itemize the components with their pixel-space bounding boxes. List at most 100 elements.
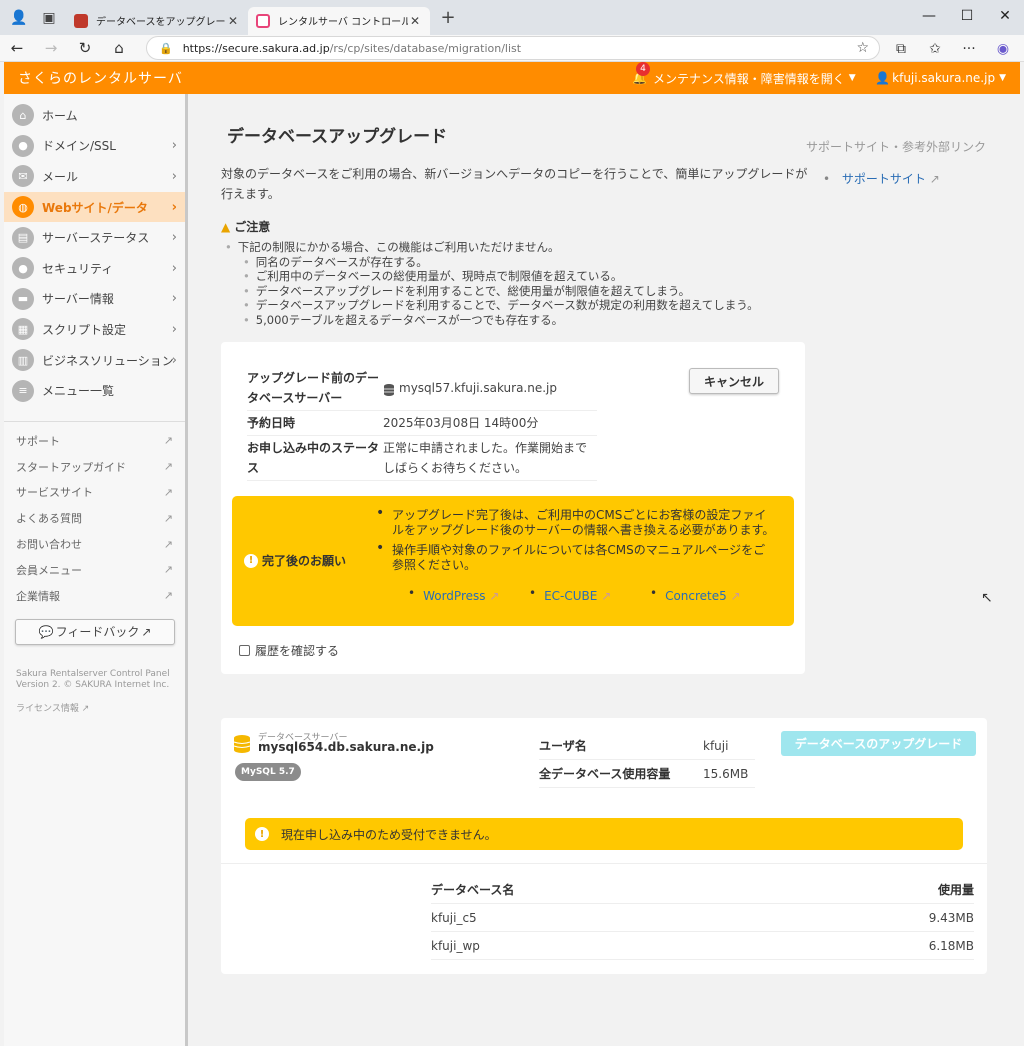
cms-link-wordpress[interactable]: WordPress ↗ — [408, 589, 499, 603]
notice-heading: ! 完了後のお願い — [244, 552, 346, 569]
window-controls: — ☐ ✕ — [910, 0, 1024, 32]
new-tab-button[interactable]: + — [434, 7, 462, 28]
sidebar-link[interactable]: 企業情報 ↗ — [4, 583, 185, 609]
close-window-icon[interactable]: ✕ — [986, 0, 1024, 32]
maintenance-menu[interactable]: 🔔 4 メンテナンス情報・障害情報を開く ▼ — [632, 62, 856, 94]
script-icon: ▦ — [12, 318, 34, 341]
favorites-icon[interactable]: ✩ — [918, 41, 952, 57]
close-icon[interactable]: ✕ — [408, 14, 422, 28]
sidebar-item[interactable]: ✉ メール › — [4, 161, 185, 192]
tab-title: レンタルサーバ コントロールパネル — [278, 17, 408, 28]
copilot-icon[interactable]: ◉ — [986, 41, 1020, 57]
sidebar-item[interactable]: ▥ ビジネスソリューション › — [4, 345, 185, 376]
chart-icon: ▤ — [12, 226, 34, 249]
more-icon[interactable]: ··· — [952, 41, 986, 57]
sidebar-item[interactable]: ● ドメイン/SSL › — [4, 131, 185, 162]
caution-heading: ▲ ご注意 — [221, 218, 270, 235]
sidebar-item-label: サーバーステータス — [42, 231, 150, 246]
reload-icon[interactable]: ↻ — [68, 39, 102, 57]
star-icon[interactable]: ☆ — [856, 40, 869, 56]
row-value: mysql57.kfuji.sakura.ne.jp — [383, 366, 597, 410]
browser-tab-2[interactable]: レンタルサーバ コントロールパネル ✕ — [248, 6, 430, 35]
sidebar-item[interactable]: ▬ サーバー情報 › — [4, 284, 185, 315]
database-upgrade-button[interactable]: データベースのアップグレード — [781, 731, 976, 756]
tab-actions-icon[interactable]: ▣ — [38, 7, 60, 29]
forward-icon[interactable]: → — [34, 39, 68, 57]
home-browser-icon[interactable]: ⌂ — [102, 39, 136, 57]
sidebar-link[interactable]: サポート ↗ — [4, 428, 185, 454]
sidebar-item[interactable]: ◍ Webサイト/データ › — [4, 191, 185, 223]
browser-tab-1[interactable]: データベースをアップグレードしたい | さくら ✕ — [66, 7, 248, 35]
sidebar-link[interactable]: よくある質問 ↗ — [4, 505, 185, 531]
user-menu[interactable]: 👤 kfuji.sakura.ne.jp ▼ — [875, 62, 1006, 94]
row-key: 予約日時 — [247, 416, 296, 430]
sidebar-link[interactable]: 会員メニュー ↗ — [4, 557, 185, 583]
database-size: 6.18MB — [928, 938, 974, 953]
minimize-icon[interactable]: — — [910, 0, 948, 32]
browser-tab-bar: 👤 ▣ データベースをアップグレードしたい | さくら ✕ レンタルサーバ コン… — [0, 0, 1024, 35]
notice-list: アップグレード完了後は、ご利用中のCMSごとにお客様の設定ファイルをアップグレー… — [376, 506, 776, 578]
database-name: kfuji_wp — [431, 938, 480, 953]
cancel-button[interactable]: キャンセル — [689, 368, 779, 394]
chat-icon: 💬 — [38, 624, 54, 639]
reservation-row: お申し込み中のステータス 正常に申請されました。作業開始までしばらくお待ちくださ… — [247, 436, 597, 481]
close-icon[interactable]: ✕ — [226, 14, 240, 28]
feedback-button[interactable]: 💬 フィードバック ↗ — [15, 618, 175, 645]
support-link-label: サポートサイト — [841, 172, 926, 186]
user-domain: kfuji.sakura.ne.jp — [892, 71, 996, 85]
history-toggle[interactable]: 履歴を確認する — [239, 642, 339, 659]
server-card: データベースサーバー mysql654.db.sakura.ne.jp MySQ… — [221, 718, 987, 974]
chevron-right-icon: › — [171, 321, 177, 337]
license-link[interactable]: ライセンス情報 ↗ — [16, 701, 185, 714]
maximize-icon[interactable]: ☐ — [948, 0, 986, 32]
sidebar-item[interactable]: ▤ サーバーステータス › — [4, 222, 185, 253]
sidebar-item[interactable]: ≡ メニュー一覧 — [4, 375, 185, 406]
sidebar-link-label: サポート — [16, 434, 60, 448]
completion-notice: ! 完了後のお願い アップグレード完了後は、ご利用中のCMSごとにお客様の設定フ… — [232, 496, 794, 626]
usage-value: 15.6MB — [703, 766, 749, 781]
sidebar-link[interactable]: お問い合わせ ↗ — [4, 531, 185, 557]
footer-line-2: Version 2. © SAKURA Internet Inc. — [16, 679, 170, 690]
table-row: kfuji_c5 9.43MB — [431, 904, 974, 932]
cms-link-label: EC-CUBE — [544, 589, 598, 603]
caution-item: データベースアップグレードを利用することで、総使用量が制限値を超えてしまう。 — [225, 284, 759, 299]
brand-logo[interactable]: さくらのレンタルサーバ — [18, 68, 183, 88]
cms-link-label: WordPress — [423, 589, 486, 603]
profile-icon[interactable]: 👤 — [8, 7, 30, 29]
back-icon[interactable]: ← — [0, 39, 34, 57]
support-site-link[interactable]: サポートサイト ↗ — [823, 170, 940, 187]
sidebar-link-label: スタートアップガイド — [16, 460, 126, 474]
maintenance-label: メンテナンス情報・障害情報を開く — [652, 71, 845, 86]
chevron-down-icon: ▼ — [999, 73, 1006, 83]
sidebar-item[interactable]: ● セキュリティ › — [4, 253, 185, 284]
sidebar-item[interactable]: ⌂ ホーム — [4, 100, 185, 131]
caution-item: データベースアップグレードを利用することで、データベース数が規定の利用数を超えて… — [225, 298, 759, 313]
intro-text: 対象のデータベースをご利用の場合、新バージョンへデータのコピーを行うことで、簡単… — [221, 167, 808, 201]
warning-icon: ▲ — [221, 220, 231, 234]
extensions-icon[interactable]: ⧉ — [884, 41, 918, 57]
pending-warning-text: 現在申し込み中のため受付できません。 — [281, 827, 497, 842]
cms-link-eccube[interactable]: EC-CUBE ↗ — [529, 589, 611, 603]
external-link-icon: ↗ — [163, 460, 173, 474]
sidebar-links: サポート ↗ スタートアップガイド ↗ サービスサイト ↗ よくある質問 ↗ お問い合わせ ↗ 会員… — [4, 428, 185, 609]
url-path: /rs/cp/sites/database/migration/list — [329, 41, 522, 55]
cms-link-concrete5[interactable]: Concrete5 ↗ — [650, 589, 741, 603]
history-label: 履歴を確認する — [255, 644, 340, 658]
page-title: データベースアップグレード — [227, 127, 448, 147]
tab-title: データベースをアップグレードしたい | さくら — [96, 17, 226, 28]
section-divider — [221, 863, 987, 864]
user-label: ユーザ名 — [539, 739, 587, 753]
sidebar-link[interactable]: スタートアップガイド ↗ — [4, 454, 185, 480]
history-checkbox[interactable] — [239, 645, 250, 656]
caution-title: ご注意 — [234, 220, 271, 234]
user-icon: 👤 — [875, 71, 891, 85]
url-bar[interactable]: 🔒 https://secure.sakura.ad.jp/rs/cp/site… — [146, 36, 880, 60]
sidebar-item-label: セキュリティ — [42, 261, 114, 276]
database-table: データベース名 使用量 kfuji_c5 9.43MB kfuji_wp 6.18MB — [431, 876, 974, 960]
reservation-row: アップグレード前のデータベースサーバー mysql57.kfuji.sakura… — [247, 366, 597, 411]
sidebar-link[interactable]: サービスサイト ↗ — [4, 480, 185, 506]
sidebar-item[interactable]: ▦ スクリプト設定 › — [4, 314, 185, 345]
caution-item: ご利用中のデータベースの総使用量が、現時点で制限値を超えている。 — [225, 269, 759, 284]
external-link-icon: ↗ — [141, 624, 152, 639]
external-link-icon: ↗ — [163, 511, 173, 525]
